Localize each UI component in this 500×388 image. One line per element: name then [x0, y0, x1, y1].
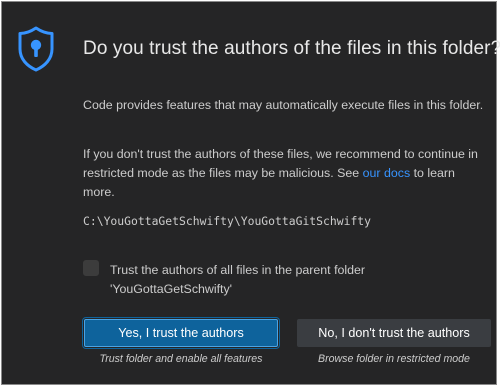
dialog-title: Do you trust the authors of the files in… [83, 38, 500, 59]
description-paragraph: Code provides features that may automati… [83, 98, 484, 112]
folder-path: C:\YouGottaGetSchwifty\YouGottaGitSchwif… [83, 214, 372, 228]
warning-paragraph: If you don't trust the authors of these … [83, 145, 487, 202]
distrust-caption: Browse folder in restricted mode [318, 353, 470, 365]
workspace-trust-dialog: Do you trust the authors of the files in… [1, 1, 500, 385]
trust-caption: Trust folder and enable all features [99, 353, 263, 365]
trust-authors-button[interactable]: Yes, I trust the authors [82, 317, 280, 349]
shield-lock-icon [17, 25, 55, 73]
docs-link[interactable]: our docs [363, 166, 411, 180]
trust-parent-checkbox[interactable] [83, 260, 99, 276]
trust-parent-label[interactable]: Trust the authors of all files in the pa… [110, 261, 410, 299]
distrust-authors-button[interactable]: No, I don't trust the authors [297, 319, 491, 347]
